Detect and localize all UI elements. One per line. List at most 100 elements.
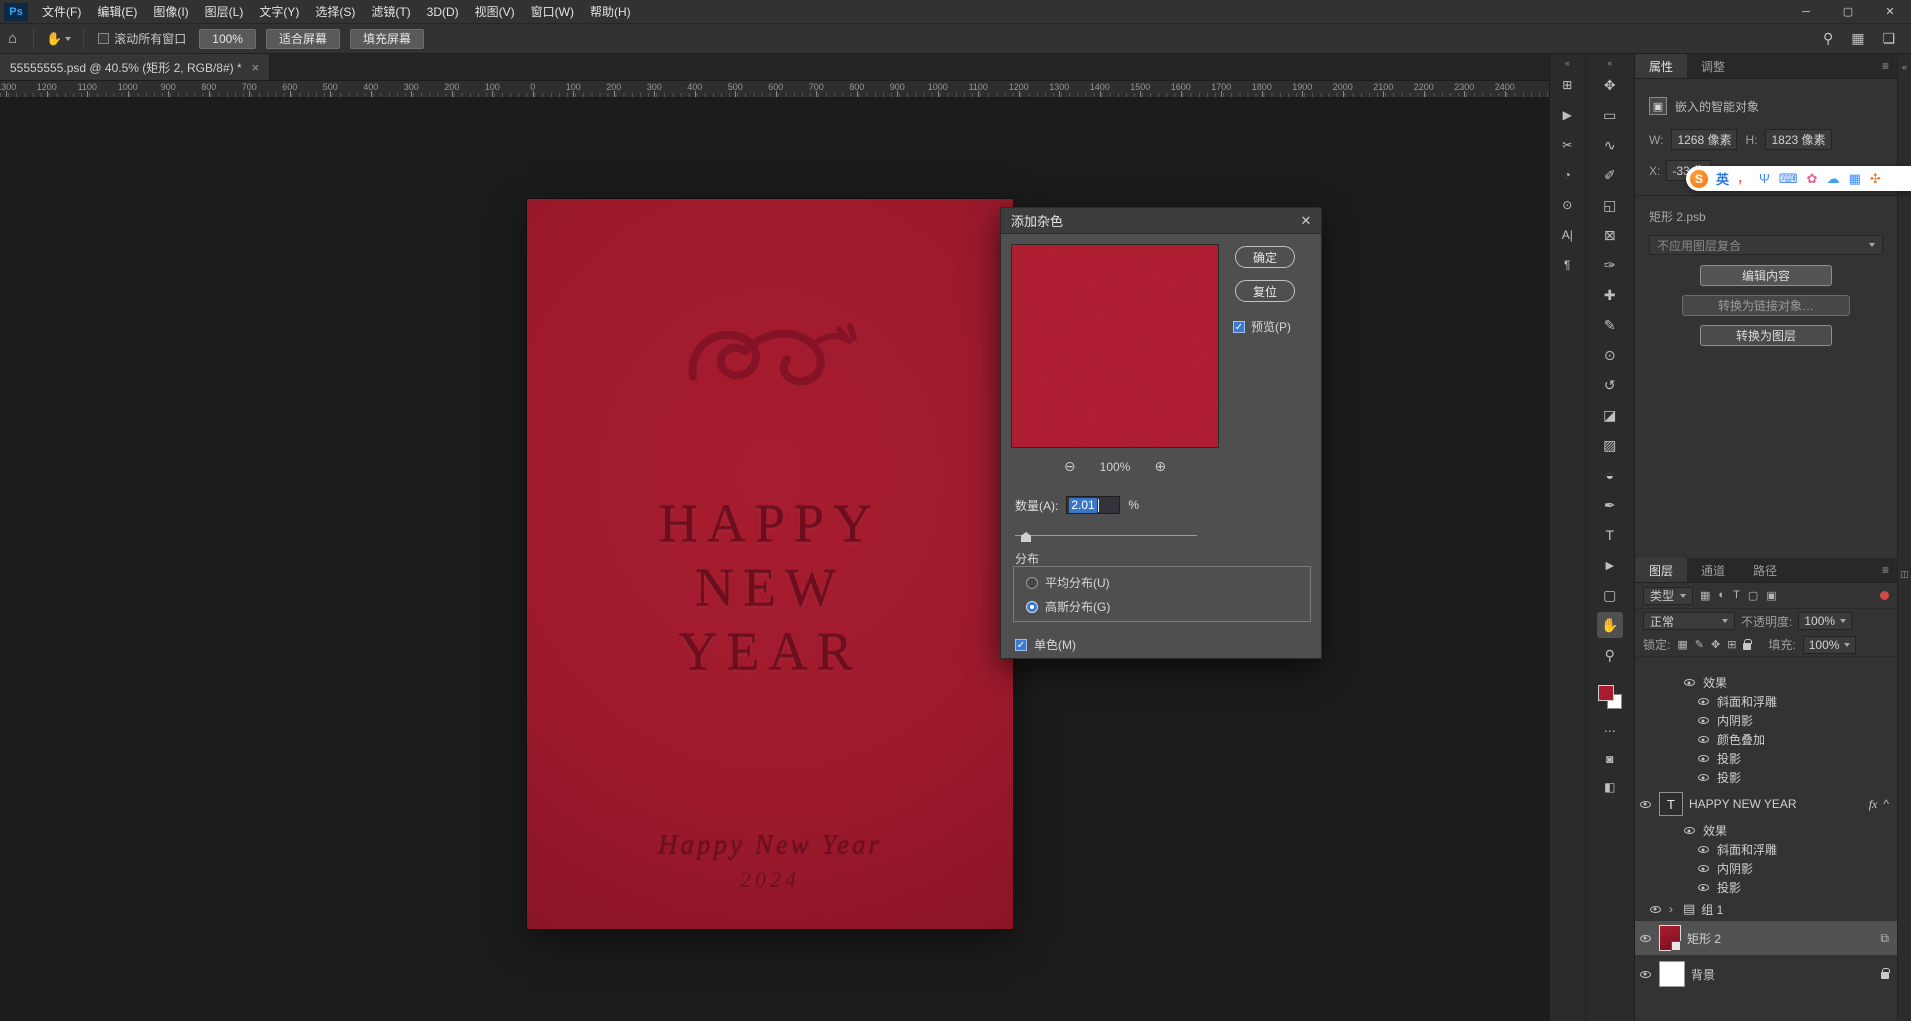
layer-row[interactable]: 效果: [1635, 821, 1897, 840]
poster-document[interactable]: HAPPYNEWYEAR Happy New Year 2024: [527, 199, 1013, 929]
move-tool-icon[interactable]: ✥: [1597, 72, 1623, 98]
close-button[interactable]: ✕: [1869, 0, 1911, 23]
layer-row[interactable]: 投影: [1635, 768, 1897, 787]
dialog-title-bar[interactable]: 添加杂色 ✕: [1001, 208, 1321, 234]
edit-content-button[interactable]: 编辑内容: [1700, 265, 1832, 286]
workspace-icon[interactable]: ▦: [1851, 30, 1864, 47]
layer-row[interactable]: 斜面和浮雕: [1635, 840, 1897, 859]
menu-item[interactable]: 窗口(W): [523, 0, 582, 24]
layer-row[interactable]: › ▤ 组 1: [1635, 897, 1897, 921]
filter-type-dropdown[interactable]: 类型: [1643, 587, 1693, 605]
foreground-color-swatch[interactable]: [1598, 685, 1614, 701]
clone-source-panel-icon[interactable]: ⊙: [1554, 192, 1580, 218]
lock-artboard-icon[interactable]: ⊞: [1727, 638, 1736, 651]
panel-menu-icon[interactable]: ≡: [1874, 558, 1897, 582]
shape-filter-icon[interactable]: ▢: [1748, 589, 1758, 602]
visibility-eye-icon[interactable]: [1681, 827, 1697, 834]
gradient-tool-icon[interactable]: ▨: [1597, 432, 1623, 458]
home-icon[interactable]: ⌂: [8, 30, 17, 47]
reset-button[interactable]: 复位: [1235, 280, 1295, 302]
visibility-eye-icon[interactable]: [1695, 755, 1711, 762]
ime-keyboard-icon[interactable]: ⌨: [1779, 172, 1798, 185]
layer-row[interactable]: 投影: [1635, 749, 1897, 768]
uniform-radio[interactable]: 平均分布(U): [1026, 574, 1310, 591]
layer-row-extra-icon[interactable]: ^: [1883, 797, 1889, 811]
document-tab[interactable]: 55555555.psd @ 40.5% (矩形 2, RGB/8#) * ×: [0, 54, 270, 80]
layer-thumbnail[interactable]: [1659, 961, 1685, 987]
zoom-tool-icon[interactable]: ⚲: [1597, 642, 1623, 668]
layer-thumbnail[interactable]: ▤: [1683, 901, 1695, 917]
menu-item[interactable]: 视图(V): [467, 0, 523, 24]
layer-row[interactable]: 投影: [1635, 878, 1897, 897]
menu-item[interactable]: 滤镜(T): [363, 0, 418, 24]
visibility-eye-icon[interactable]: [1695, 774, 1711, 781]
ime-apps-icon[interactable]: ▦: [1849, 172, 1861, 185]
shape-tool-icon[interactable]: ▢: [1597, 582, 1623, 608]
menu-item[interactable]: 3D(D): [419, 0, 467, 24]
gaussian-radio[interactable]: 高斯分布(G): [1026, 598, 1310, 615]
visibility-eye-icon[interactable]: [1695, 865, 1711, 872]
character-panel-icon[interactable]: A|: [1554, 222, 1580, 248]
lock-position-icon[interactable]: ✥: [1711, 638, 1720, 651]
visibility-eye-icon[interactable]: [1695, 736, 1711, 743]
layer-row[interactable]: 背景: [1635, 955, 1897, 993]
convert-to-layers-button[interactable]: 转换为图层: [1700, 325, 1832, 346]
layer-row[interactable]: 内阴影: [1635, 859, 1897, 878]
hand-tool-icon[interactable]: ✋: [1597, 612, 1623, 638]
menu-item[interactable]: 选择(S): [307, 0, 363, 24]
panel-tab[interactable]: 通道: [1687, 558, 1739, 582]
panel-tab[interactable]: 调整: [1687, 54, 1739, 78]
layer-row[interactable]: T HAPPY NEW YEAR fx ^: [1635, 787, 1897, 821]
minimize-button[interactable]: ─: [1785, 0, 1827, 23]
screen-mode-icon[interactable]: ◧: [1597, 774, 1623, 800]
panel-menu-icon[interactable]: ≡: [1874, 54, 1897, 78]
ime-cloud-icon[interactable]: ☁: [1827, 172, 1840, 185]
blur-tool-icon[interactable]: ◒: [1597, 462, 1623, 488]
ime-toolbox-icon[interactable]: ✣: [1870, 172, 1881, 185]
scroll-all-windows-checkbox[interactable]: 滚动所有窗口: [98, 30, 186, 47]
amount-slider[interactable]: [1015, 530, 1197, 542]
lasso-tool-icon[interactable]: ∿: [1597, 132, 1623, 158]
clone-stamp-tool-icon[interactable]: ⊙: [1597, 342, 1623, 368]
menu-item[interactable]: 文字(Y): [251, 0, 307, 24]
history-brush-tool-icon[interactable]: ↺: [1597, 372, 1623, 398]
visibility-eye-icon[interactable]: [1637, 935, 1653, 942]
opacity-value[interactable]: 100%: [1798, 612, 1852, 630]
lock-all-icon[interactable]: [1743, 643, 1751, 650]
horizontal-ruler[interactable]: 1300120011001000900800700600500400300200…: [0, 81, 1549, 98]
panel-tab[interactable]: 属性: [1635, 54, 1687, 78]
visibility-eye-icon[interactable]: [1695, 698, 1711, 705]
ime-punctuation-icon[interactable]: ，: [1737, 172, 1750, 185]
type-tool-icon[interactable]: T: [1597, 522, 1623, 548]
ime-skin-icon[interactable]: ✿: [1807, 172, 1818, 185]
artboard-panel-icon[interactable]: ⊞: [1554, 72, 1580, 98]
amount-input[interactable]: 2.01: [1066, 496, 1120, 514]
ime-mic-icon[interactable]: Ψ: [1759, 172, 1770, 185]
edit-toolbar-icon[interactable]: ⋯: [1597, 718, 1623, 744]
layer-row[interactable]: 颜色叠加: [1635, 730, 1897, 749]
quick-mask-icon[interactable]: ◙: [1597, 746, 1623, 772]
fx-badge[interactable]: fx: [1869, 797, 1878, 812]
smart-object-filter-icon[interactable]: ▣: [1766, 589, 1776, 602]
arrange-documents-icon[interactable]: ❏: [1882, 30, 1895, 47]
collapse-dock-icon[interactable]: «: [1902, 62, 1907, 72]
menu-item[interactable]: 编辑(E): [89, 0, 145, 24]
zoom-in-icon[interactable]: ⊕: [1154, 458, 1166, 475]
visibility-eye-icon[interactable]: [1647, 906, 1663, 913]
panel-dock-icon-2[interactable]: ◫: [1900, 569, 1909, 580]
brush-tool-icon[interactable]: ✎: [1597, 312, 1623, 338]
maximize-button[interactable]: ▢: [1827, 0, 1869, 23]
adjustment-filter-icon[interactable]: ◐: [1718, 589, 1725, 602]
layer-comp-dropdown[interactable]: 不应用图层复合: [1649, 235, 1883, 255]
paragraph-panel-icon[interactable]: ¶: [1554, 252, 1580, 278]
fill-value[interactable]: 100%: [1803, 636, 1857, 654]
layer-row-extra-icon[interactable]: ⧉: [1880, 931, 1889, 946]
layer-row[interactable]: 斜面和浮雕: [1635, 692, 1897, 711]
fit-screen-button[interactable]: 适合屏幕: [266, 29, 340, 49]
layer-row[interactable]: 效果: [1635, 673, 1897, 692]
menu-item[interactable]: 文件(F): [34, 0, 89, 24]
tab-close-icon[interactable]: ×: [252, 60, 260, 75]
libraries-panel-icon[interactable]: ✂: [1554, 132, 1580, 158]
slider-track[interactable]: [1015, 535, 1197, 536]
layer-row[interactable]: 矩形 2 ⧉: [1635, 921, 1897, 955]
